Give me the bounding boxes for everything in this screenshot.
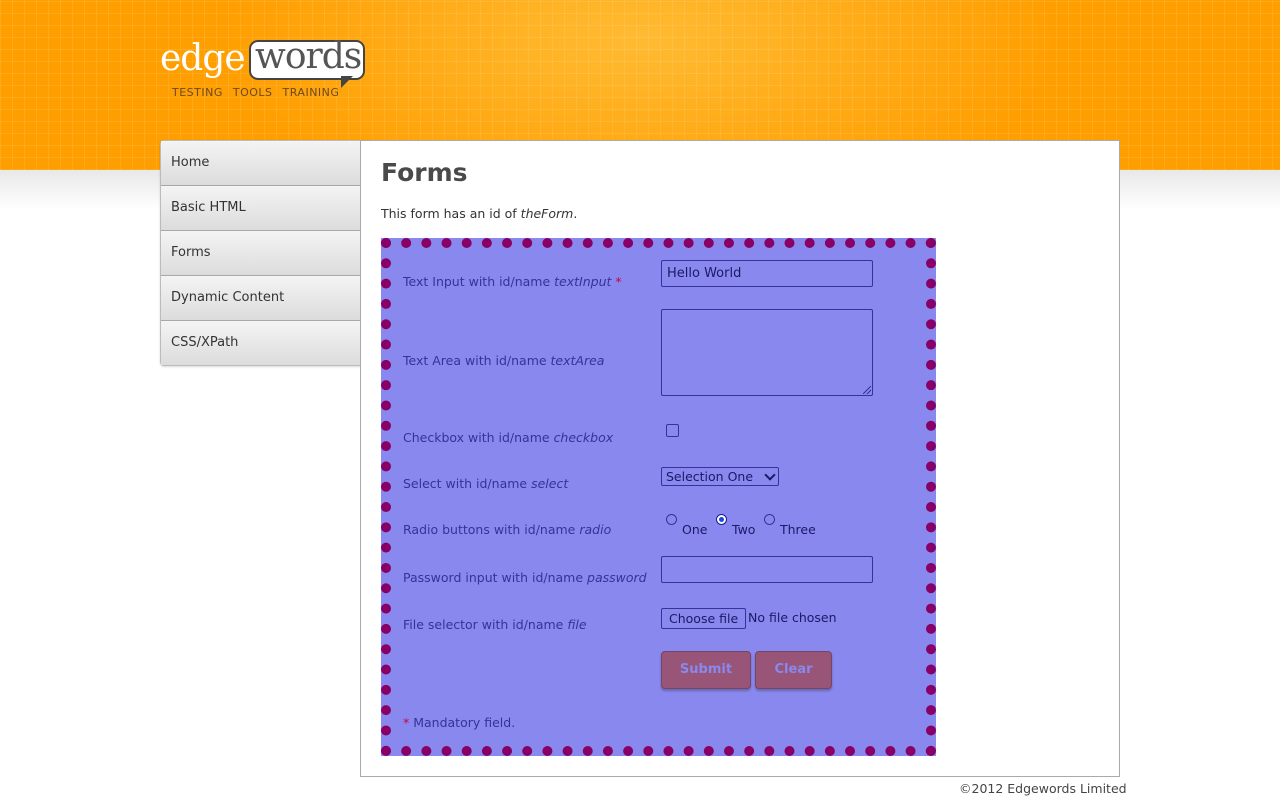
- intro-suffix: .: [573, 206, 578, 221]
- required-star: *: [615, 274, 622, 289]
- mandatory-text: Mandatory field.: [409, 715, 516, 730]
- the-form: Text Input with id/name textInput * Text…: [381, 238, 936, 756]
- select-dropdown[interactable]: Selection One: [661, 467, 779, 486]
- sidebar-item-dynamic-content[interactable]: Dynamic Content: [161, 276, 361, 321]
- main-content: Forms This form has an id of theForm. Te…: [360, 140, 1120, 777]
- label-checkbox-prefix: Checkbox with id/name: [403, 430, 554, 445]
- logo-words-text: words: [255, 36, 362, 77]
- label-file-prefix: File selector with id/name: [403, 617, 568, 632]
- label-password-prefix: Password input with id/name: [403, 570, 588, 585]
- resize-grip-icon[interactable]: [863, 386, 871, 394]
- label-radio: Radio buttons with id/name radio: [403, 522, 611, 537]
- label-checkbox-id: checkbox: [553, 430, 614, 445]
- label-text-input: Text Input with id/name textInput *: [403, 274, 622, 289]
- intro-prefix: This form has an id of: [381, 206, 521, 221]
- label-password-id: password: [587, 570, 647, 585]
- radio-three[interactable]: [764, 514, 775, 525]
- radio-two-label[interactable]: Two: [732, 522, 755, 537]
- chevron-down-icon: [764, 469, 776, 481]
- radio-one-label[interactable]: One: [682, 522, 707, 537]
- checkbox[interactable]: [666, 424, 679, 437]
- label-text-area-prefix: Text Area with id/name: [403, 353, 551, 368]
- sidebar-nav: Home Basic HTML Forms Dynamic Content CS…: [160, 140, 362, 366]
- page-title: Forms: [381, 158, 468, 187]
- submit-button[interactable]: Submit: [661, 651, 751, 689]
- mandatory-note: * Mandatory field.: [403, 715, 515, 730]
- logo-tagline: TESTING TOOLS TRAINING: [172, 86, 340, 99]
- label-text-input-id: textInput: [554, 274, 612, 289]
- password-input[interactable]: [661, 556, 873, 583]
- sidebar-item-basic-html[interactable]: Basic HTML: [161, 186, 361, 231]
- radio-two[interactable]: [716, 514, 727, 525]
- sidebar-item-css-xpath[interactable]: CSS/XPath: [161, 321, 361, 365]
- label-file-id: file: [567, 617, 587, 632]
- label-select-id: select: [531, 476, 569, 491]
- label-file: File selector with id/name file: [403, 617, 587, 632]
- radio-one[interactable]: [666, 514, 677, 525]
- footer-copyright: ©2012 Edgewords Limited: [959, 781, 1127, 796]
- text-input[interactable]: [661, 260, 873, 287]
- select-value: Selection One: [666, 469, 754, 484]
- radio-three-label[interactable]: Three: [780, 522, 816, 537]
- label-select-prefix: Select with id/name: [403, 476, 532, 491]
- label-text-area: Text Area with id/name textArea: [403, 353, 604, 368]
- sidebar-item-forms[interactable]: Forms: [161, 231, 361, 276]
- label-text-area-id: textArea: [550, 353, 605, 368]
- file-status: No file chosen: [748, 610, 837, 625]
- clear-button[interactable]: Clear: [755, 651, 832, 689]
- form-intro-text: This form has an id of theForm.: [381, 206, 577, 221]
- intro-form-id: theForm: [520, 206, 574, 221]
- choose-file-button[interactable]: Choose file: [661, 608, 747, 629]
- label-checkbox: Checkbox with id/name checkbox: [403, 430, 613, 445]
- label-password: Password input with id/name password: [403, 570, 647, 585]
- label-radio-id: radio: [579, 522, 612, 537]
- label-select: Select with id/name select: [403, 476, 568, 491]
- text-area[interactable]: [661, 309, 873, 396]
- label-radio-prefix: Radio buttons with id/name: [403, 522, 580, 537]
- logo-bubble-tail: [341, 76, 353, 88]
- sidebar-item-home[interactable]: Home: [161, 141, 361, 186]
- label-text-input-prefix: Text Input with id/name: [403, 274, 555, 289]
- logo-edge-text: edge: [160, 38, 246, 79]
